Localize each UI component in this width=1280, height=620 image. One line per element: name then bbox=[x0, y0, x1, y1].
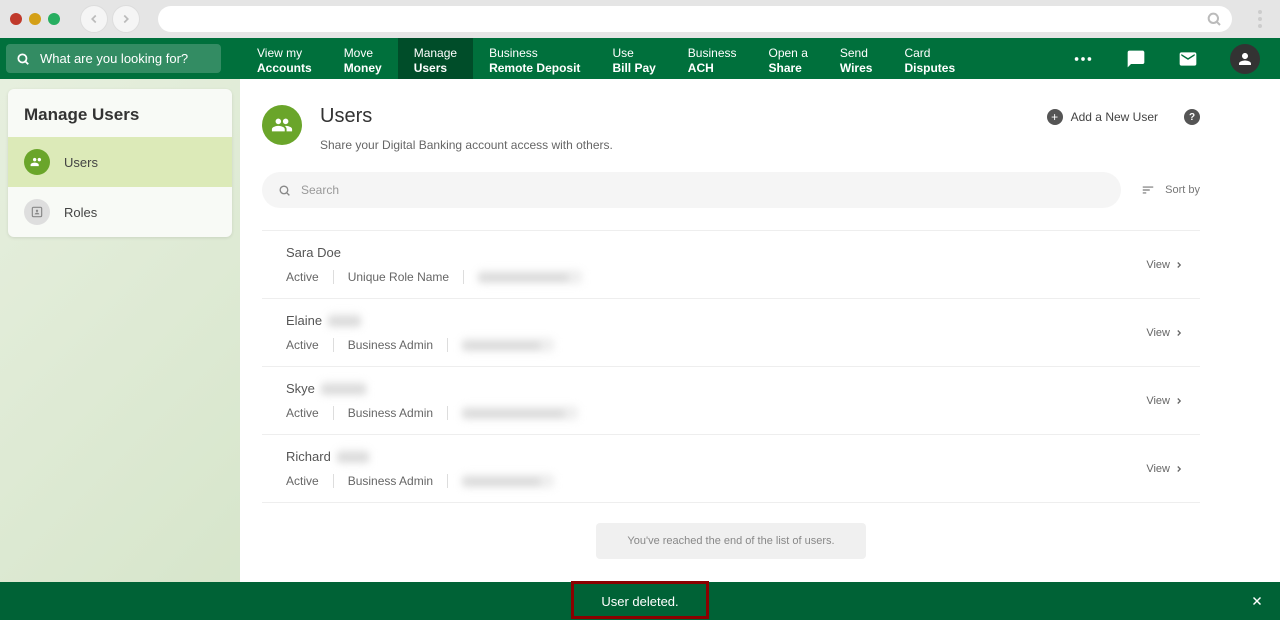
global-search-input[interactable]: What are you looking for? bbox=[6, 44, 221, 73]
window-maximize[interactable] bbox=[48, 13, 60, 25]
global-search-placeholder: What are you looking for? bbox=[40, 51, 188, 66]
role-icon bbox=[24, 199, 50, 225]
mail-icon[interactable] bbox=[1178, 49, 1198, 69]
search-placeholder: Search bbox=[301, 183, 339, 197]
browser-back-button[interactable] bbox=[80, 5, 108, 33]
user-role: Unique Role Name bbox=[348, 270, 463, 284]
search-icon bbox=[278, 184, 291, 197]
browser-nav-arrows bbox=[80, 5, 140, 33]
plus-icon: + bbox=[1047, 109, 1063, 125]
user-status: Active bbox=[286, 270, 333, 284]
help-icon[interactable]: ? bbox=[1184, 109, 1200, 125]
sort-label: Sort by bbox=[1165, 184, 1200, 196]
more-menu-button[interactable] bbox=[1072, 48, 1094, 70]
nav-item-users[interactable]: ManageUsers bbox=[398, 38, 473, 79]
nav-item-money[interactable]: MoveMoney bbox=[328, 38, 398, 79]
user-name: Richard xxxxx bbox=[286, 449, 1146, 464]
user-row: Elaine xxxxxActiveBusiness Adminxxxxxxxx… bbox=[262, 298, 1200, 366]
redacted-text: xxxxx bbox=[328, 313, 361, 328]
url-bar[interactable] bbox=[158, 6, 1232, 32]
add-user-label: Add a New User bbox=[1071, 110, 1158, 124]
user-role: Business Admin bbox=[348, 338, 447, 352]
user-status: Active bbox=[286, 338, 333, 352]
end-of-list-message: You've reached the end of the list of us… bbox=[596, 523, 866, 559]
user-search-input[interactable]: Search bbox=[262, 172, 1121, 208]
nav-item-wires[interactable]: SendWires bbox=[824, 38, 889, 79]
redacted-text: xxxxxxxxxxxxx bbox=[462, 338, 554, 352]
user-role: Business Admin bbox=[348, 406, 447, 420]
nav-item-accounts[interactable]: View myAccounts bbox=[241, 38, 328, 79]
chat-icon[interactable] bbox=[1126, 49, 1146, 69]
filter-icon bbox=[1141, 183, 1155, 197]
user-status: Active bbox=[286, 474, 333, 488]
chevron-right-icon bbox=[1174, 464, 1184, 474]
redacted-text: xxxxxxxxxxxxxxx bbox=[478, 270, 582, 284]
people-icon bbox=[262, 105, 302, 145]
user-status: Active bbox=[286, 406, 333, 420]
redacted-text: xxxxxxxxxxxxxxxxx bbox=[462, 406, 578, 420]
sidebar-title: Manage Users bbox=[8, 89, 232, 137]
page-subtitle: Share your Digital Banking account acces… bbox=[320, 138, 1029, 152]
user-row: Sara Doe Active Unique Role Name xxxxxxxxx… bbox=[262, 230, 1200, 298]
sidebar-item-label: Users bbox=[64, 155, 98, 170]
sidebar-item-label: Roles bbox=[64, 205, 97, 220]
user-row: Richard xxxxxActiveBusiness Adminxxxxxxx… bbox=[262, 434, 1200, 503]
user-name: Sara Doe bbox=[286, 245, 1146, 260]
search-icon bbox=[1206, 11, 1222, 27]
primary-nav: What are you looking for? View myAccount… bbox=[0, 38, 1280, 79]
window-controls bbox=[10, 13, 60, 25]
user-name: Skye xxxxxxx bbox=[286, 381, 1146, 396]
nav-item-remote-deposit[interactable]: BusinessRemote Deposit bbox=[473, 38, 596, 79]
toast-message: User deleted. bbox=[601, 594, 678, 609]
sort-button[interactable]: Sort by bbox=[1141, 183, 1200, 197]
window-minimize[interactable] bbox=[29, 13, 41, 25]
view-user-link[interactable]: View bbox=[1146, 463, 1184, 475]
redacted-text: xxxxxxxxxxxxx bbox=[462, 474, 554, 488]
nav-item-bill-pay[interactable]: UseBill Pay bbox=[596, 38, 671, 79]
people-icon bbox=[24, 149, 50, 175]
nav-item-share[interactable]: Open aShare bbox=[753, 38, 824, 79]
window-close[interactable] bbox=[10, 13, 22, 25]
search-icon bbox=[16, 52, 30, 66]
page-title: Users bbox=[320, 105, 1029, 128]
sidebar-item-users[interactable]: Users bbox=[8, 137, 232, 187]
view-user-link[interactable]: View bbox=[1146, 259, 1184, 271]
browser-chrome bbox=[0, 0, 1280, 38]
toast-close-button[interactable] bbox=[1250, 594, 1264, 608]
chevron-right-icon bbox=[1174, 396, 1184, 406]
chevron-right-icon bbox=[1174, 328, 1184, 338]
user-avatar[interactable] bbox=[1230, 44, 1260, 74]
user-role: Business Admin bbox=[348, 474, 447, 488]
toast-notification: User deleted. bbox=[0, 582, 1280, 620]
view-user-link[interactable]: View bbox=[1146, 395, 1184, 407]
nav-item-disputes[interactable]: CardDisputes bbox=[888, 38, 971, 79]
sidebar-item-roles[interactable]: Roles bbox=[8, 187, 232, 237]
sidebar: Manage Users Users Roles bbox=[0, 79, 240, 582]
user-row: Skye xxxxxxxActiveBusiness Adminxxxxxxxx… bbox=[262, 366, 1200, 434]
user-name: Elaine xxxxx bbox=[286, 313, 1146, 328]
nav-item-ach[interactable]: BusinessACH bbox=[672, 38, 753, 79]
redacted-text: xxxxxxx bbox=[321, 381, 367, 396]
redacted-text: xxxxx bbox=[337, 449, 370, 464]
main-content: Users Share your Digital Banking account… bbox=[240, 79, 1280, 582]
view-user-link[interactable]: View bbox=[1146, 327, 1184, 339]
chevron-right-icon bbox=[1174, 260, 1184, 270]
browser-forward-button[interactable] bbox=[112, 5, 140, 33]
browser-menu-button[interactable] bbox=[1250, 10, 1270, 28]
add-user-button[interactable]: + Add a New User bbox=[1047, 109, 1158, 125]
